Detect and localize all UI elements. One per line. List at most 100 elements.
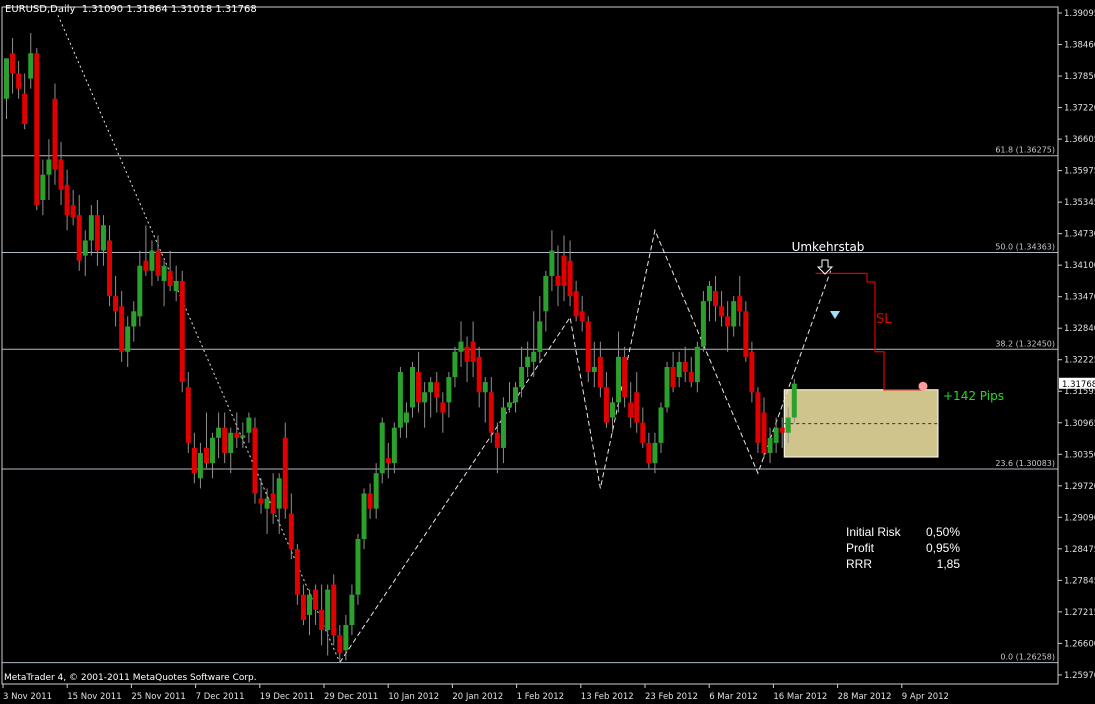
candle-body [694, 346, 700, 383]
stat-label: Profit [846, 541, 875, 555]
candle [634, 372, 640, 433]
candle [658, 402, 664, 453]
candle [476, 346, 482, 408]
candle [410, 361, 416, 418]
candle-body [246, 417, 252, 433]
x-tick-label: 19 Dec 2011 [260, 692, 314, 702]
trend-lines [57, 15, 832, 663]
candle-body [779, 427, 785, 433]
candle [173, 265, 179, 302]
candle-body [519, 366, 525, 388]
candle [500, 397, 506, 464]
candle [676, 351, 682, 388]
candle [52, 83, 58, 185]
candle-body [476, 356, 482, 393]
candle-body [40, 174, 46, 200]
x-tick-label: 28 Mar 2012 [838, 692, 892, 702]
candle [440, 392, 446, 433]
ohlc-values: 1.31090 1.31864 1.31018 1.31768 [81, 4, 257, 15]
candle [725, 301, 731, 352]
stat-row: Initial Risk 0,50% [846, 524, 960, 540]
candle-body [131, 311, 137, 327]
candle-body [622, 356, 628, 398]
candle-body [591, 366, 597, 373]
candle-body [22, 93, 28, 125]
x-tick-label: 15 Nov 2011 [67, 692, 121, 702]
candle-body [191, 447, 197, 474]
candle [561, 235, 567, 302]
candle [379, 417, 385, 484]
candle-body [676, 361, 682, 378]
candle [761, 397, 767, 459]
candle-body [725, 316, 731, 327]
candle-body [119, 306, 125, 352]
candle-body [652, 442, 658, 464]
candle [428, 377, 434, 418]
chart-header: EURUSD,Daily 1.31090 1.31864 1.31018 1.3… [5, 4, 257, 15]
candle [646, 432, 652, 469]
candle-body [549, 250, 555, 276]
candle [185, 372, 191, 453]
candle [197, 442, 203, 489]
candle [652, 432, 658, 474]
target-zone [783, 389, 939, 458]
candle [288, 493, 294, 560]
candle-body [222, 427, 228, 453]
stat-value: 0,95% [925, 541, 960, 555]
candle-body [791, 383, 797, 418]
x-tick-label: 16 Mar 2012 [773, 692, 827, 702]
candle-body [767, 437, 773, 453]
stat-value: 1,85 [936, 557, 960, 571]
target-marker-icon [918, 381, 928, 391]
candle [264, 488, 270, 534]
candle-body [664, 366, 670, 408]
y-tick-label: 1.25970 [1064, 671, 1095, 681]
candle [470, 321, 476, 378]
y-tick-label: 1.32840 [1064, 324, 1095, 334]
candle [294, 544, 300, 605]
candle [610, 397, 615, 433]
candle-body [410, 366, 416, 408]
y-tick-label: 1.27215 [1064, 608, 1095, 618]
candle-body [185, 387, 191, 443]
candle-body [500, 407, 506, 448]
candle-body [361, 493, 367, 540]
candle [494, 422, 500, 474]
candle-body [197, 452, 203, 479]
stat-label: RRR [846, 557, 872, 571]
candle [597, 341, 603, 398]
candle [100, 215, 106, 266]
candle-body [464, 346, 470, 362]
y-tick-label: 1.38460 [1064, 41, 1095, 51]
candle-body [573, 291, 579, 317]
candle-body [276, 478, 282, 509]
candle-body [270, 493, 276, 514]
candle [688, 356, 694, 388]
candle [58, 141, 64, 206]
candle-body [688, 372, 694, 383]
candle-body [428, 382, 434, 393]
candle-body [210, 437, 216, 464]
price-chart[interactable]: 61.8 (1.36275) 50.0 (1.34363) 38.2 (1.3245… [0, 0, 1095, 704]
stat-label: Initial Risk [846, 525, 901, 539]
candle [94, 199, 100, 266]
x-tick-label: 20 Jan 2012 [452, 692, 503, 702]
candle [210, 432, 216, 479]
candle-body [379, 422, 385, 474]
candle [119, 291, 125, 362]
candle-body [155, 250, 161, 276]
x-tick-label: 3 Nov 2011 [3, 692, 52, 702]
candle-body [58, 159, 64, 190]
candle [307, 589, 312, 636]
candle-body [700, 301, 706, 347]
y-tick-label: 1.29090 [1064, 513, 1095, 523]
candle-body [543, 275, 549, 312]
candle-body [422, 392, 428, 403]
candle-body [294, 549, 300, 595]
candle-body [252, 427, 258, 494]
candle-body [10, 53, 16, 74]
chart-window[interactable]: 61.8 (1.36275) 50.0 (1.34363) 38.2 (1.3245… [0, 0, 1095, 704]
candle [252, 417, 258, 504]
candle [222, 412, 228, 464]
candle [397, 366, 403, 438]
